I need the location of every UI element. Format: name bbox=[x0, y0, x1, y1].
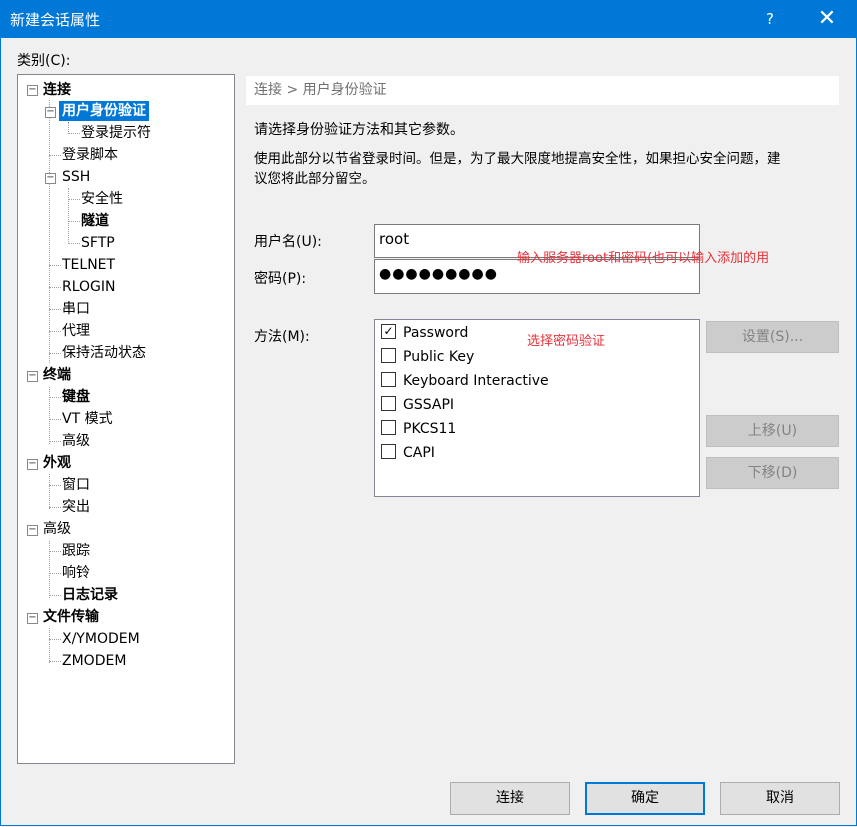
annotation-user-pass: 输入服务器root和密码(也可以输入添加的用 bbox=[517, 251, 770, 266]
collapse-icon[interactable]: − bbox=[27, 613, 38, 624]
tree-item-file-transfer[interactable]: 文件传输 bbox=[43, 607, 99, 627]
tree-item-xymodem[interactable]: X/YMODEM bbox=[62, 629, 140, 649]
method-item-password[interactable]: ✓ Password bbox=[381, 322, 468, 344]
tree-item-bell[interactable]: 响铃 bbox=[62, 563, 90, 583]
checkbox-checked-icon[interactable]: ✓ bbox=[381, 323, 396, 339]
method-label-keyboard-interactive: Keyboard Interactive bbox=[403, 373, 549, 389]
tree-item-user-auth[interactable]: 用户身份验证 bbox=[59, 101, 149, 121]
tree-item-zmodem[interactable]: ZMODEM bbox=[62, 651, 126, 671]
help-button[interactable]: ? bbox=[745, 0, 795, 38]
description-line-1: 使用此部分以节省登录时间。但是，为了最大限度地提高安全性，如果担心安全问题，建 bbox=[254, 151, 781, 167]
tree-item-tunnel[interactable]: 隧道 bbox=[81, 211, 109, 231]
tree-item-highlight[interactable]: 突出 bbox=[62, 497, 90, 517]
tree-item-ssh[interactable]: SSH bbox=[62, 167, 90, 187]
method-item-public-key[interactable]: Public Key bbox=[381, 346, 474, 368]
method-label: 方法(M): bbox=[254, 329, 310, 345]
tree-item-vt-mode[interactable]: VT 模式 bbox=[62, 409, 113, 429]
title-bar: 新建会话属性 ? ✕ bbox=[0, 0, 857, 38]
tree-item-sftp[interactable]: SFTP bbox=[81, 233, 115, 253]
collapse-icon[interactable]: − bbox=[27, 85, 38, 96]
tree-item-security[interactable]: 安全性 bbox=[81, 189, 123, 209]
move-down-button[interactable]: 下移(D) bbox=[706, 457, 839, 489]
category-tree[interactable]: − − − − − − − 连接 用户身份验证 登录提示符 登录脚本 SSH 安… bbox=[17, 74, 235, 764]
tree-item-connection[interactable]: 连接 bbox=[43, 80, 71, 100]
tree-item-rlogin[interactable]: RLOGIN bbox=[62, 277, 116, 297]
method-label-pkcs11: PKCS11 bbox=[403, 421, 457, 437]
category-label: 类别(C): bbox=[17, 53, 71, 69]
tree-item-trace[interactable]: 跟踪 bbox=[62, 541, 90, 561]
method-item-keyboard-interactive[interactable]: Keyboard Interactive bbox=[381, 370, 549, 392]
collapse-icon[interactable]: − bbox=[45, 107, 56, 118]
collapse-icon[interactable]: − bbox=[45, 173, 56, 184]
collapse-icon[interactable]: − bbox=[27, 459, 38, 470]
checkbox-icon[interactable] bbox=[381, 395, 396, 411]
checkbox-icon[interactable] bbox=[381, 419, 396, 435]
close-button[interactable]: ✕ bbox=[802, 0, 852, 38]
tree-item-terminal-advanced[interactable]: 高级 bbox=[62, 431, 90, 451]
method-label-gssapi: GSSAPI bbox=[403, 397, 455, 413]
instruction-text: 请选择身份验证方法和其它参数。 bbox=[254, 122, 464, 138]
method-item-capi[interactable]: CAPI bbox=[381, 442, 435, 464]
tree-item-advanced[interactable]: 高级 bbox=[43, 519, 71, 539]
checkbox-icon[interactable] bbox=[381, 371, 396, 387]
tree-item-serial[interactable]: 串口 bbox=[62, 299, 90, 319]
window-title: 新建会话属性 bbox=[10, 11, 101, 29]
tree-item-keyboard[interactable]: 键盘 bbox=[62, 387, 90, 407]
breadcrumb: 连接 > 用户身份验证 bbox=[246, 76, 839, 105]
settings-button[interactable]: 设置(S)... bbox=[706, 321, 839, 353]
method-label-password: Password bbox=[403, 325, 469, 341]
tree-item-appearance[interactable]: 外观 bbox=[43, 453, 71, 473]
method-label-public-key: Public Key bbox=[403, 349, 475, 365]
description-line-2: 议您将此部分留空。 bbox=[254, 171, 376, 187]
tree-item-login-script[interactable]: 登录脚本 bbox=[62, 145, 118, 165]
tree-item-telnet[interactable]: TELNET bbox=[62, 255, 115, 275]
tree-item-terminal[interactable]: 终端 bbox=[43, 365, 71, 385]
cancel-button[interactable]: 取消 bbox=[720, 782, 840, 815]
username-label: 用户名(U): bbox=[254, 234, 322, 250]
checkbox-icon[interactable] bbox=[381, 443, 396, 459]
method-item-gssapi[interactable]: GSSAPI bbox=[381, 394, 454, 416]
tree-item-login-prompts[interactable]: 登录提示符 bbox=[81, 123, 151, 143]
password-label: 密码(P): bbox=[254, 271, 307, 287]
method-item-pkcs11[interactable]: PKCS11 bbox=[381, 418, 456, 440]
move-up-button[interactable]: 上移(U) bbox=[706, 415, 839, 447]
connect-button[interactable]: 连接 bbox=[450, 782, 570, 815]
tree-item-logging[interactable]: 日志记录 bbox=[62, 585, 118, 605]
tree-item-window[interactable]: 窗口 bbox=[62, 475, 90, 495]
tree-item-proxy[interactable]: 代理 bbox=[62, 321, 90, 341]
password-value: ●●●●●●●●● bbox=[379, 266, 498, 282]
collapse-icon[interactable]: − bbox=[27, 525, 38, 536]
checkbox-icon[interactable] bbox=[381, 347, 396, 363]
collapse-icon[interactable]: − bbox=[27, 371, 38, 382]
annotation-method: 选择密码验证 bbox=[527, 334, 606, 349]
ok-button[interactable]: 确定 bbox=[585, 782, 705, 815]
tree-item-keepalive[interactable]: 保持活动状态 bbox=[62, 343, 146, 363]
method-label-capi: CAPI bbox=[403, 445, 435, 461]
username-value: root bbox=[379, 230, 410, 248]
